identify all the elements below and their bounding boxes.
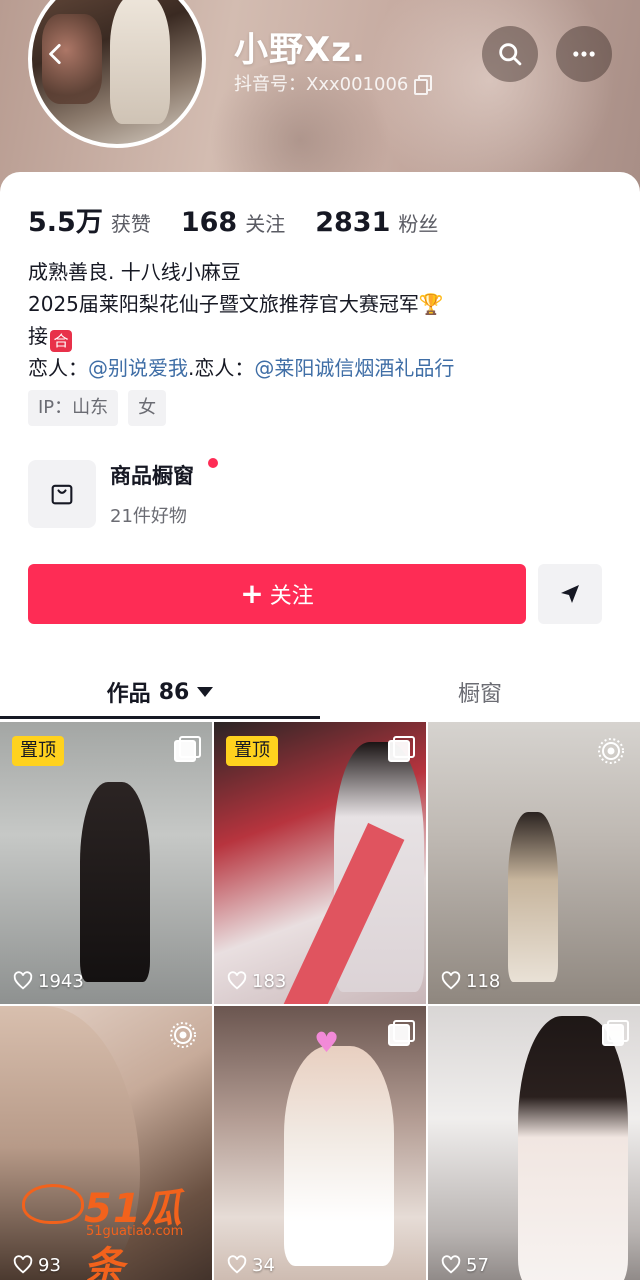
- bio-line: 恋人：@别说爱我.恋人：@莱阳诚信烟酒礼品行: [28, 352, 454, 384]
- shop-window-entry[interactable]: 商品橱窗 21件好物: [28, 458, 612, 528]
- multi-image-icon: [174, 736, 201, 762]
- heart-outline-icon: [441, 1255, 461, 1274]
- video-tile[interactable]: 置顶 183: [214, 722, 426, 1004]
- search-icon: [499, 43, 522, 66]
- stat-followers[interactable]: 2831 粉丝: [315, 207, 438, 238]
- search-button[interactable]: [482, 26, 538, 82]
- pinned-badge: 置顶: [226, 736, 278, 766]
- like-count: 118: [440, 970, 500, 992]
- multi-image-icon: [388, 1020, 415, 1046]
- heart-outline-icon: [13, 1255, 33, 1274]
- shop-icon-box: [28, 460, 96, 528]
- bio-line: 2025届莱阳梨花仙子暨文旅推荐官大赛冠军🏆: [28, 288, 454, 320]
- profile-bio: 成熟善良. 十八线小麻豆 2025届莱阳梨花仙子暨文旅推荐官大赛冠军🏆 接合 恋…: [28, 256, 454, 384]
- mention-link[interactable]: @莱阳诚信烟酒礼品行: [254, 356, 454, 380]
- like-count-text: 183: [252, 970, 287, 992]
- bio-text: 接: [28, 324, 48, 348]
- tab-count: 86: [158, 679, 190, 705]
- like-count-text: 118: [466, 970, 501, 992]
- heart-outline-icon: [227, 1255, 247, 1274]
- live-photo-icon: [596, 736, 626, 766]
- profile-nickname: 小野Xz.: [234, 30, 366, 70]
- like-count-text: 34: [252, 1254, 275, 1276]
- send-icon: [561, 585, 579, 603]
- video-thumbnail: [284, 1046, 394, 1266]
- like-count-text: 1943: [38, 970, 84, 992]
- profile-stats: 5.5万 获赞 168 关注 2831 粉丝: [28, 200, 468, 239]
- bio-line: 接合: [28, 320, 454, 352]
- shopping-bag-icon: [51, 484, 73, 505]
- shop-subtitle: 21件好物: [110, 506, 187, 527]
- follow-label: 关注: [269, 584, 314, 609]
- tab-label: 橱窗: [457, 682, 502, 707]
- gender-tag: 女: [128, 390, 167, 426]
- active-tab-indicator: [0, 716, 320, 719]
- like-count: 1943: [12, 970, 84, 992]
- he-badge-icon: 合: [50, 330, 72, 352]
- stat-value: 168: [180, 207, 238, 238]
- video-thumbnail: [80, 782, 150, 982]
- video-tile[interactable]: ♥ 34: [214, 1006, 426, 1280]
- profile-banner: 小野Xz. 抖音号：Xxx001006: [0, 0, 640, 200]
- douyin-id[interactable]: 抖音号：Xxx001006: [234, 70, 433, 96]
- stat-label: 粉丝: [398, 212, 439, 236]
- back-button[interactable]: [36, 34, 76, 74]
- like-count: 93: [12, 1254, 61, 1276]
- bio-text: .恋人：: [188, 356, 255, 380]
- like-count: 34: [226, 1254, 275, 1276]
- stat-value: 2831: [315, 207, 391, 238]
- more-dots-icon: [573, 51, 595, 57]
- watermark-url: 51guatiao.com: [86, 1224, 184, 1239]
- bio-text: 恋人：: [28, 356, 88, 380]
- caret-down-icon[interactable]: [197, 687, 214, 697]
- stat-likes[interactable]: 5.5万 获赞: [28, 200, 151, 239]
- heart-outline-icon: [13, 971, 33, 990]
- like-count-text: 93: [38, 1254, 61, 1276]
- stat-value: 5.5万: [28, 207, 103, 238]
- ip-location-tag: IP：山东: [28, 390, 119, 426]
- trophy-icon: 🏆: [418, 292, 444, 316]
- live-photo-icon: [168, 1020, 198, 1050]
- like-count: 57: [440, 1254, 489, 1276]
- heart-sticker-icon: ♥: [314, 1026, 340, 1059]
- heart-outline-icon: [441, 971, 461, 990]
- tab-showcase[interactable]: 橱窗: [320, 664, 640, 720]
- profile-tags: IP：山东 女: [28, 390, 167, 426]
- like-count: 183: [226, 970, 286, 992]
- follow-button[interactable]: + 关注: [28, 564, 526, 624]
- notification-dot: [208, 458, 218, 468]
- bio-text: 2025届莱阳梨花仙子暨文旅推荐官大赛冠军: [28, 292, 419, 316]
- avatar-photo-detail: [110, 0, 170, 124]
- heart-outline-icon: [227, 971, 247, 990]
- tab-works[interactable]: 作品 86: [0, 664, 320, 720]
- video-tile[interactable]: 118: [428, 722, 640, 1004]
- profile-tabs: 作品 86 橱窗: [0, 664, 640, 720]
- video-thumbnail: [508, 812, 558, 982]
- multi-image-icon: [602, 1020, 629, 1046]
- douyin-id-text: 抖音号：Xxx001006: [234, 74, 409, 95]
- watermark-logo-icon: [22, 1184, 84, 1224]
- video-tile[interactable]: 置顶 1943: [0, 722, 212, 1004]
- more-button[interactable]: [556, 26, 612, 82]
- copy-icon[interactable]: [414, 75, 433, 95]
- like-count-text: 57: [466, 1254, 489, 1276]
- tab-label: 作品: [106, 682, 151, 707]
- plus-icon: +: [240, 577, 264, 610]
- shop-title: 商品橱窗: [110, 464, 194, 488]
- mention-link[interactable]: @别说爱我: [88, 356, 188, 380]
- stat-label: 关注: [245, 212, 286, 236]
- watermark: 51瓜条 51guatiao.com: [22, 1180, 222, 1280]
- bio-text: 成熟善良. 十八线小麻豆: [28, 260, 241, 284]
- video-tile[interactable]: 57: [428, 1006, 640, 1280]
- stat-following[interactable]: 168 关注: [181, 207, 285, 238]
- avatar[interactable]: [28, 0, 206, 148]
- chevron-left-icon: [49, 43, 61, 65]
- video-thumbnail: [518, 1016, 628, 1280]
- bio-line: 成熟善良. 十八线小麻豆: [28, 256, 454, 288]
- message-button[interactable]: [538, 564, 602, 624]
- stat-label: 获赞: [110, 212, 151, 236]
- multi-image-icon: [388, 736, 415, 762]
- pinned-badge: 置顶: [12, 736, 64, 766]
